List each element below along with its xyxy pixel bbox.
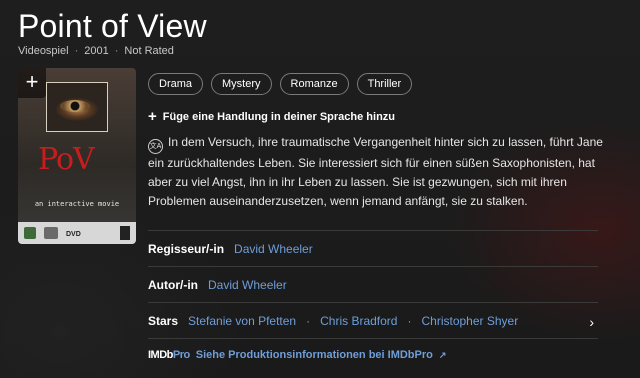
poster-title: PoV xyxy=(38,142,95,177)
imdbpro-logo-pro: Pro xyxy=(172,349,190,361)
title-meta: Videospiel · 2001 · Not Rated xyxy=(18,45,174,57)
writer-link[interactable]: David Wheeler xyxy=(208,278,287,292)
meta-type: Videospiel xyxy=(18,45,69,57)
studio-logo xyxy=(44,227,58,239)
poster-subtitle: an interactive movie xyxy=(34,200,120,208)
plot-text: In dem Versuch, ihre traumatische Vergan… xyxy=(148,135,603,208)
imdbpro-logo: IMDbPro xyxy=(148,349,190,361)
add-plot-label: Füge eine Handlung in deiner Sprache hin… xyxy=(162,111,396,123)
star-link[interactable]: Christopher Shyer xyxy=(421,314,518,328)
meta-year: 2001 xyxy=(84,45,109,57)
credit-row-stars[interactable]: Stars Stefanie von Pfetten · Chris Bradf… xyxy=(148,302,598,339)
rating-logo xyxy=(120,226,130,240)
plot-summary: 文A In dem Versuch, ihre traumatische Verg… xyxy=(148,133,603,211)
director-link[interactable]: David Wheeler xyxy=(234,242,313,256)
star-link[interactable]: Chris Bradford xyxy=(320,314,397,328)
meta-separator: · xyxy=(74,45,79,57)
poster-logo-strip: DVD xyxy=(18,222,136,244)
add-plot-button[interactable]: + Füge eine Handlung in deiner Sprache h… xyxy=(148,108,396,125)
imdbpro-logo-imdb: IMDb xyxy=(148,349,173,361)
credit-row-writer: Autor/-in David Wheeler xyxy=(148,266,598,303)
meta-separator: · xyxy=(114,45,119,57)
imdbpro-row[interactable]: IMDbPro Siehe Produktionsinformationen b… xyxy=(148,338,598,371)
credit-label: Autor/-in xyxy=(148,278,198,292)
poster[interactable]: PoV an interactive movie DVD + xyxy=(18,68,136,244)
genre-chip[interactable]: Romanze xyxy=(279,73,349,95)
studio-logo xyxy=(24,227,36,239)
separator: · xyxy=(407,314,412,328)
separator: · xyxy=(306,314,311,328)
meta-rating: Not Rated xyxy=(124,45,174,57)
translate-icon[interactable]: 文A xyxy=(148,139,163,154)
external-link-icon: ↗ xyxy=(438,349,447,360)
star-link[interactable]: Stefanie von Pfetten xyxy=(188,314,296,328)
plus-icon: + xyxy=(148,108,157,125)
add-to-watchlist-button[interactable]: + xyxy=(18,68,46,98)
poster-eye-image xyxy=(60,100,90,112)
genre-chip[interactable]: Mystery xyxy=(211,73,272,95)
credit-label: Stars xyxy=(148,314,179,328)
genre-chip[interactable]: Thriller xyxy=(356,73,413,95)
chevron-right-icon[interactable]: › xyxy=(589,314,594,330)
genre-chip[interactable]: Drama xyxy=(148,73,204,95)
credit-label: Regisseur/-in xyxy=(148,242,225,256)
credit-row-director: Regisseur/-in David Wheeler xyxy=(148,230,598,267)
page-title: Point of View xyxy=(18,8,207,44)
dvd-logo: DVD xyxy=(66,231,81,238)
genre-chips: Drama Mystery Romanze Thriller xyxy=(148,73,413,95)
imdbpro-link[interactable]: Siehe Produktionsinformationen bei IMDbP… xyxy=(196,349,433,361)
